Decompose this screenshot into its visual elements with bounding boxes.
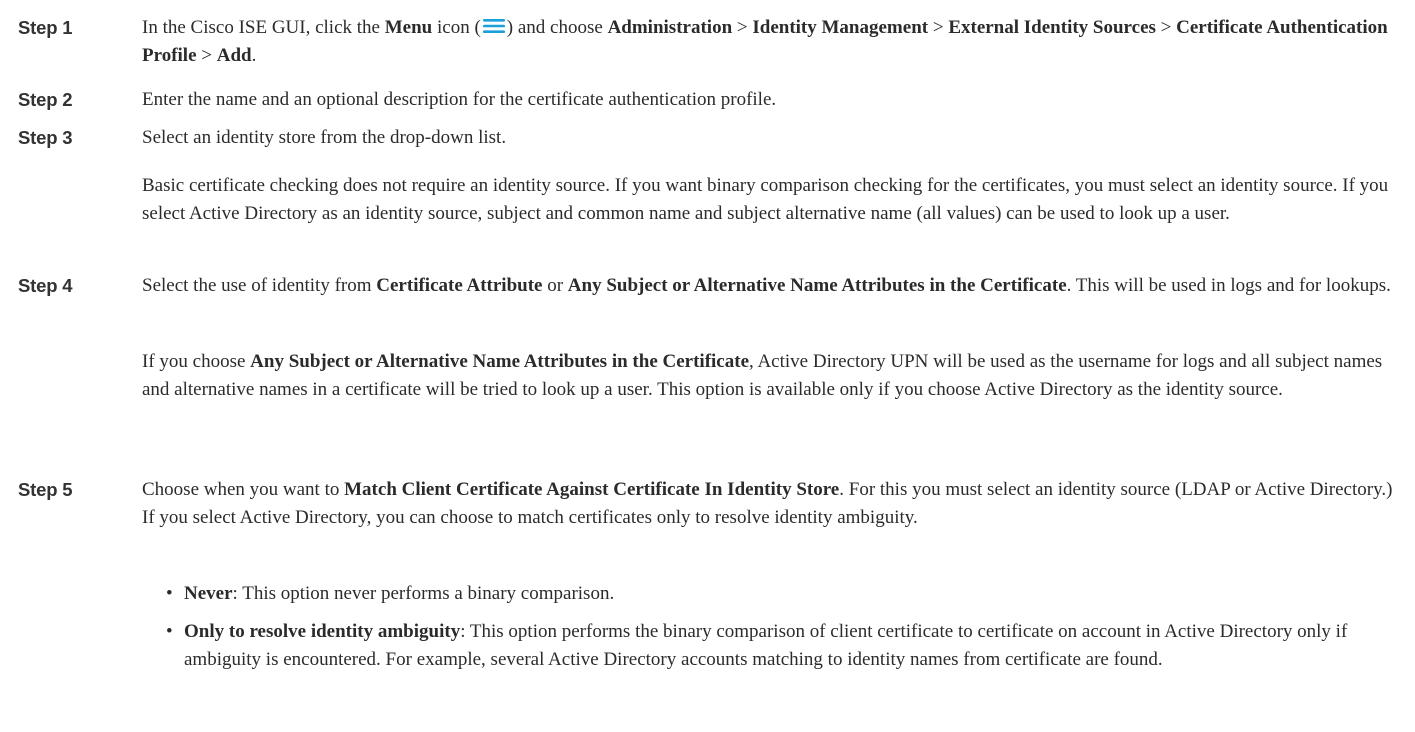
step-4-text: Select the use of identity from Certific… [142, 275, 1391, 296]
step-1-text: In the Cisco ISE GUI, click the Menu ico… [142, 17, 1388, 66]
step-3-label: Step 3 [18, 127, 73, 148]
match-options-list: • Never: This option never performs a bin… [166, 580, 1403, 674]
certificate-attribute-term: Certificate Attribute [376, 275, 543, 296]
option-term: Never [184, 583, 233, 604]
list-item: • Only to resolve identity ambiguity: Thi… [166, 618, 1403, 674]
step-5-label: Step 5 [18, 479, 73, 500]
bullet-icon: • [166, 583, 173, 604]
option-term: Only to resolve identity ambiguity [184, 621, 461, 642]
nav-identity-management: Identity Management [752, 17, 929, 38]
step-5-text: Choose when you want to Match Client Cer… [142, 479, 1393, 528]
nav-add: Add [216, 45, 252, 66]
step-4-label: Step 4 [18, 275, 73, 296]
step-2-text: Enter the name and an optional descripti… [142, 89, 777, 110]
bullet-icon: • [166, 621, 173, 642]
menu-term: Menu [384, 17, 433, 38]
step-4-note: If you choose Any Subject or Alternative… [142, 351, 1383, 400]
list-item: • Never: This option never performs a bin… [166, 580, 1403, 608]
any-subject-term: Any Subject or Alternative Name Attribut… [567, 275, 1067, 296]
option-description: : This option never performs a binary co… [232, 583, 615, 604]
step-3-note: Basic certificate checking does not requ… [142, 175, 1389, 224]
match-client-certificate-term: Match Client Certificate Against Certifi… [344, 479, 840, 500]
hamburger-menu-icon [482, 19, 505, 33]
any-subject-term-note: Any Subject or Alternative Name Attribut… [250, 351, 749, 372]
step-3-text: Select an identity store from the drop-d… [142, 127, 507, 148]
step-1-label: Step 1 [18, 17, 73, 38]
nav-external-identity-sources: External Identity Sources [948, 17, 1156, 38]
step-2-label: Step 2 [18, 89, 73, 110]
nav-administration: Administration [607, 17, 733, 38]
